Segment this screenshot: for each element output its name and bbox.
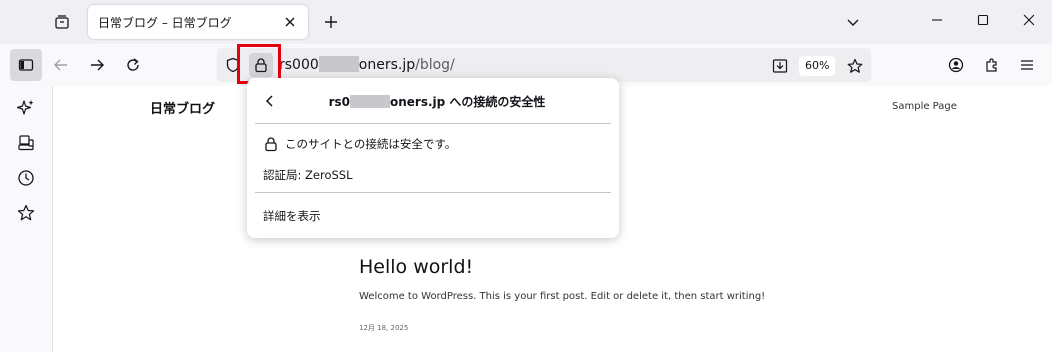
- connection-secure-text: このサイトとの接続は安全です。: [285, 137, 457, 151]
- star-icon: [17, 204, 35, 221]
- star-icon: [847, 58, 863, 73]
- arrow-left-icon: [54, 59, 67, 71]
- minimize-button[interactable]: [914, 0, 960, 40]
- url-host-prefix: rs000: [279, 57, 319, 73]
- popup-header-prefix: rs0: [328, 95, 350, 109]
- popup-header-suffix: oners.jp への接続の安全性: [389, 95, 546, 109]
- history-button[interactable]: [12, 164, 40, 192]
- lock-icon: [263, 136, 279, 152]
- account-icon: [948, 57, 964, 73]
- lock-icon: [255, 58, 267, 73]
- more-information-button[interactable]: 詳細を表示: [255, 202, 611, 230]
- shield-icon: [226, 57, 240, 73]
- ai-chatbot-button[interactable]: [12, 94, 40, 122]
- sparkle-icon: [17, 100, 34, 115]
- post-title[interactable]: Hello world!: [359, 256, 473, 278]
- reload-button[interactable]: [117, 49, 149, 81]
- maximize-icon: [977, 14, 989, 26]
- connection-status-row: このサイトとの接続は安全です。: [263, 136, 456, 152]
- clock-icon: [18, 170, 34, 186]
- sidebar: [0, 86, 52, 352]
- tab-title: 日常ブログ – 日常ブログ: [98, 15, 232, 30]
- bookmarks-button[interactable]: [12, 199, 40, 227]
- save-to-pocket-button[interactable]: [768, 54, 792, 78]
- certificate-issuer: 認証局: ZeroSSL: [263, 168, 353, 182]
- sidebar-icon: [18, 59, 34, 71]
- account-button[interactable]: [940, 49, 972, 81]
- chevron-down-icon: [847, 19, 859, 26]
- sidebar-toggle-button[interactable]: [10, 49, 42, 81]
- popup-header: rs0 oners.jp への接続の安全性: [287, 93, 587, 110]
- redacted-block: [349, 95, 390, 108]
- url-bar[interactable]: rs000 oners.jp/blog/ 60%: [217, 48, 871, 82]
- popup-back-button[interactable]: [259, 90, 281, 112]
- title-bar: 日常ブログ – 日常ブログ: [0, 0, 1052, 44]
- chevron-left-icon: [265, 95, 273, 107]
- forward-button[interactable]: [81, 49, 113, 81]
- close-icon: [285, 17, 295, 27]
- url-path: /blog/: [415, 57, 455, 73]
- window-controls: [914, 0, 1052, 44]
- nav-link-sample-page[interactable]: Sample Page: [892, 101, 957, 112]
- bookmark-button[interactable]: [843, 54, 867, 78]
- site-title[interactable]: 日常ブログ: [150, 98, 215, 117]
- browser-window: 日常ブログ – 日常ブログ rs000 oners.jp/blog/ 60% 日…: [0, 0, 1052, 352]
- url-host-suffix: oners.jp: [358, 57, 416, 73]
- site-info-panel: rs0 oners.jp への接続の安全性 このサイトとの接続は安全です。 認証局…: [247, 78, 619, 238]
- synced-tabs-icon: [18, 135, 34, 151]
- tab-close-button[interactable]: [280, 12, 300, 32]
- redacted-block: [318, 56, 359, 72]
- tab-list-button[interactable]: [48, 8, 76, 36]
- new-tab-button[interactable]: [318, 9, 344, 35]
- tab-list-icon: [54, 14, 70, 30]
- extensions-button[interactable]: [976, 49, 1008, 81]
- download-icon: [772, 59, 788, 73]
- hamburger-icon: [1021, 60, 1033, 70]
- divider: [255, 123, 611, 124]
- post-excerpt: Welcome to WordPress. This is your first…: [359, 291, 766, 302]
- arrow-right-icon: [91, 59, 104, 71]
- close-window-button[interactable]: [1006, 0, 1052, 40]
- tab-active[interactable]: 日常ブログ – 日常ブログ: [88, 5, 308, 39]
- synced-tabs-button[interactable]: [12, 129, 40, 157]
- divider: [255, 192, 611, 193]
- back-button[interactable]: [45, 49, 77, 81]
- maximize-button[interactable]: [960, 0, 1006, 40]
- site-info-button[interactable]: [249, 53, 273, 77]
- reload-icon: [127, 58, 139, 71]
- list-all-tabs-button[interactable]: [840, 9, 866, 35]
- tracking-protection-button[interactable]: [223, 55, 243, 75]
- post-date: 12月 18, 2025: [359, 324, 409, 332]
- puzzle-icon: [986, 58, 997, 72]
- plus-icon: [325, 16, 337, 28]
- close-icon: [1023, 14, 1035, 26]
- zoom-level-button[interactable]: 60%: [799, 56, 836, 76]
- app-menu-button[interactable]: [1011, 49, 1043, 81]
- minimize-icon: [932, 19, 942, 21]
- url-text[interactable]: rs000 oners.jp/blog/: [279, 56, 455, 74]
